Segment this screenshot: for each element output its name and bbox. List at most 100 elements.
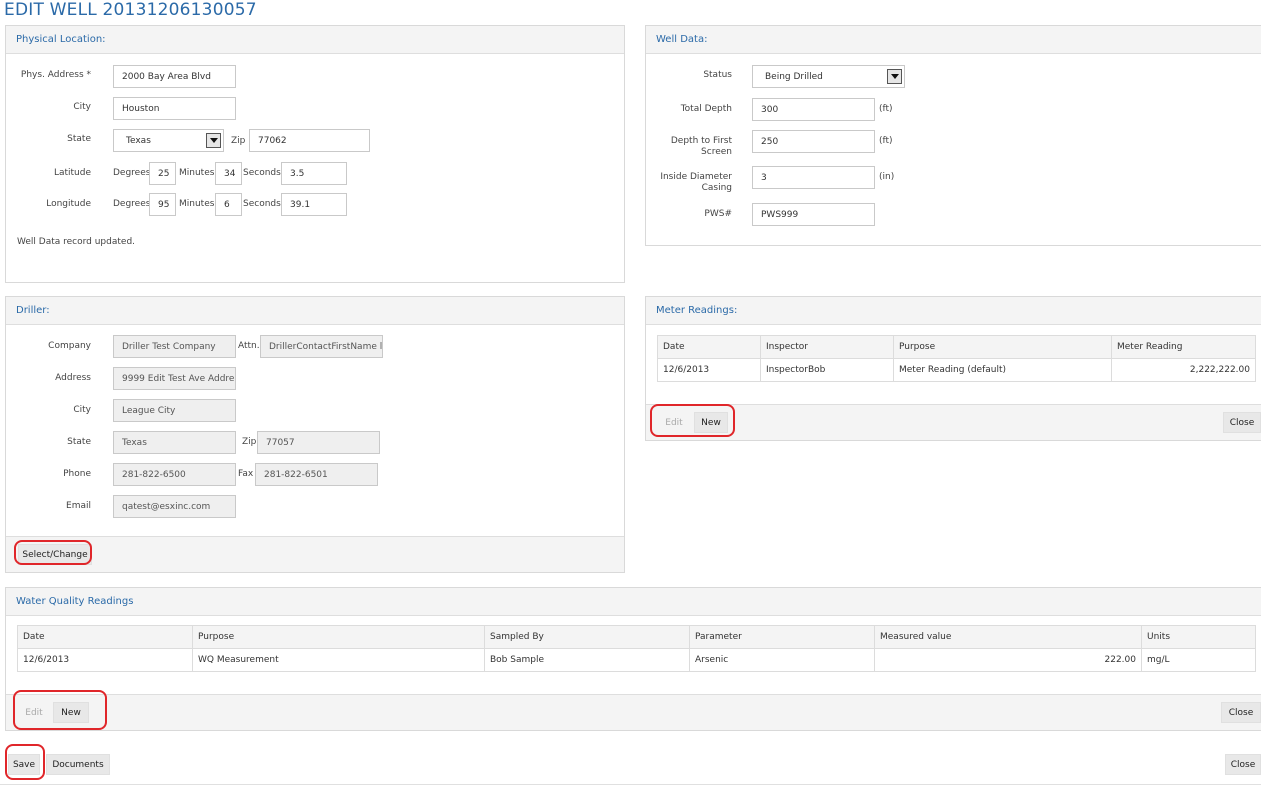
company-input[interactable] <box>113 335 236 358</box>
column-header-date[interactable]: Date <box>17 625 193 649</box>
phys-address-input[interactable] <box>113 65 236 88</box>
physical-location-header: Physical Location: <box>6 26 624 54</box>
cell-parameter: Arsenic <box>689 648 875 672</box>
phone-input[interactable] <box>113 463 236 486</box>
latitude-label: Latitude <box>53 168 91 178</box>
save-button[interactable]: Save <box>8 754 40 775</box>
state-select-value: Texas <box>126 136 151 146</box>
meter-readings-header: Meter Readings: <box>646 297 1261 325</box>
inside-diameter-unit: (in) <box>879 172 895 182</box>
column-header-inspector[interactable]: Inspector <box>760 335 894 359</box>
fax-label: Fax <box>238 469 254 479</box>
email-label: Email <box>66 501 91 511</box>
attn-input[interactable] <box>260 335 383 358</box>
lat-degrees-label: Degrees <box>113 168 151 178</box>
cell-inspector: InspectorBob <box>760 358 894 382</box>
column-header-parameter[interactable]: Parameter <box>689 625 875 649</box>
lon-seconds-label: Seconds <box>243 199 281 209</box>
well-data-header: Well Data: <box>646 26 1261 54</box>
table-row[interactable]: 12/6/2013 InspectorBob Meter Reading (de… <box>657 358 1256 382</box>
meter-new-button[interactable]: New <box>694 412 728 433</box>
status-label: Status <box>703 70 732 80</box>
lat-degrees-input[interactable] <box>149 162 176 185</box>
chevron-down-icon[interactable] <box>206 133 221 148</box>
driller-city-input[interactable] <box>113 399 236 422</box>
wq-new-button[interactable]: New <box>53 702 89 723</box>
status-message: Well Data record updated. <box>17 237 136 247</box>
depth-first-screen-label-2: Screen <box>701 147 732 157</box>
column-header-sampled-by[interactable]: Sampled By <box>484 625 690 649</box>
phys-address-label: Phys. Address * <box>20 70 91 80</box>
column-header-purpose[interactable]: Purpose <box>192 625 485 649</box>
city-input[interactable] <box>113 97 236 120</box>
column-header-date[interactable]: Date <box>657 335 761 359</box>
column-header-meter-reading[interactable]: Meter Reading <box>1111 335 1256 359</box>
depth-first-screen-input[interactable] <box>752 130 875 153</box>
state-select[interactable]: Texas <box>113 129 224 152</box>
meter-edit-button[interactable]: Edit <box>658 412 690 433</box>
inside-diameter-input[interactable] <box>752 166 875 189</box>
cell-units: mg/L <box>1141 648 1256 672</box>
chevron-down-icon[interactable] <box>887 69 902 84</box>
select-change-button[interactable]: Select/Change <box>18 544 92 565</box>
lon-minutes-label: Minutes <box>179 199 215 209</box>
lon-seconds-input[interactable] <box>281 193 347 216</box>
driller-footer: Select/Change <box>6 536 624 572</box>
table-header-row: Date Purpose Sampled By Parameter Measur… <box>17 625 1256 649</box>
email-input[interactable] <box>113 495 236 518</box>
driller-state-label: State <box>67 437 91 447</box>
inside-diameter-label-2: Casing <box>701 183 732 193</box>
column-header-units[interactable]: Units <box>1141 625 1256 649</box>
meter-close-button[interactable]: Close <box>1223 412 1261 433</box>
water-quality-table: Date Purpose Sampled By Parameter Measur… <box>17 625 1256 672</box>
page-close-button[interactable]: Close <box>1225 754 1261 775</box>
driller-panel: Driller: Company Attn. Address City Stat… <box>5 296 625 573</box>
table-header-row: Date Inspector Purpose Meter Reading <box>657 335 1256 359</box>
driller-zip-label: Zip <box>242 437 257 447</box>
cell-date: 12/6/2013 <box>17 648 193 672</box>
wq-edit-button[interactable]: Edit <box>18 702 50 723</box>
cell-purpose: Meter Reading (default) <box>893 358 1112 382</box>
total-depth-unit: (ft) <box>879 104 893 114</box>
cell-meter-reading: 2,222,222.00 <box>1111 358 1256 382</box>
meter-readings-footer: Edit New Close <box>646 404 1261 440</box>
total-depth-label: Total Depth <box>680 104 732 114</box>
zip-label: Zip <box>231 136 246 146</box>
driller-zip-input[interactable] <box>257 431 380 454</box>
pws-input[interactable] <box>752 203 875 226</box>
cell-sampled-by: Bob Sample <box>484 648 690 672</box>
physical-location-panel: Physical Location: Phys. Address * City … <box>5 25 625 283</box>
documents-button[interactable]: Documents <box>46 754 110 775</box>
phone-label: Phone <box>63 469 91 479</box>
water-quality-panel: Water Quality Readings Date Purpose Samp… <box>5 587 1261 731</box>
driller-address-label: Address <box>55 373 91 383</box>
meter-readings-table: Date Inspector Purpose Meter Reading 12/… <box>657 335 1256 382</box>
physical-location-title: Physical Location: <box>16 34 106 45</box>
total-depth-input[interactable] <box>752 98 875 121</box>
column-header-purpose[interactable]: Purpose <box>893 335 1112 359</box>
water-quality-footer: Edit New Close <box>6 694 1261 730</box>
zip-input[interactable] <box>249 129 370 152</box>
lat-minutes-input[interactable] <box>215 162 242 185</box>
lat-seconds-label: Seconds <box>243 168 281 178</box>
lon-degrees-input[interactable] <box>149 193 176 216</box>
attn-label: Attn. <box>238 341 260 351</box>
fax-input[interactable] <box>255 463 378 486</box>
driller-address-input[interactable] <box>113 367 236 390</box>
lon-degrees-label: Degrees <box>113 199 151 209</box>
table-row[interactable]: 12/6/2013 WQ Measurement Bob Sample Arse… <box>17 648 1256 672</box>
well-data-title: Well Data: <box>656 34 708 45</box>
lat-seconds-input[interactable] <box>281 162 347 185</box>
water-quality-header: Water Quality Readings <box>6 588 1261 616</box>
city-label: City <box>73 102 91 112</box>
column-header-measured-value[interactable]: Measured value <box>874 625 1142 649</box>
lon-minutes-input[interactable] <box>215 193 242 216</box>
water-quality-title: Water Quality Readings <box>16 596 134 607</box>
inside-diameter-label-1: Inside Diameter <box>660 172 732 182</box>
bottom-divider <box>0 784 1261 785</box>
driller-city-label: City <box>73 405 91 415</box>
depth-first-screen-label-1: Depth to First <box>670 136 732 146</box>
driller-state-input[interactable] <box>113 431 236 454</box>
wq-close-button[interactable]: Close <box>1221 702 1261 723</box>
status-select[interactable]: Being Drilled <box>752 65 905 88</box>
